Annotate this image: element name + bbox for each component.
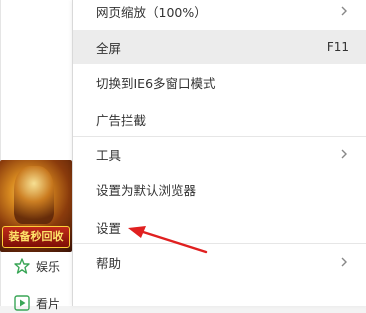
sidebar-item-entertainment[interactable]: 娱乐 [14,256,60,276]
star-icon [14,258,30,274]
ad-banner-text: 装备秒回收 [2,226,70,248]
context-menu: 网页缩放（100%） 全屏 F11 切换到IE6多窗口模式 广告拦截 工具 设置… [72,0,366,306]
shortcut-label: F11 [326,40,349,54]
sidebar-item-video[interactable]: 看片 [14,293,60,313]
menu-item-label: 网页缩放（100%） [96,4,207,20]
menu-item-label: 切换到IE6多窗口模式 [96,75,216,91]
menu-item-set-default-browser[interactable]: 设置为默认浏览器 [73,172,366,206]
menu-item-fullscreen[interactable]: 全屏 F11 [73,30,366,64]
menu-item-adblock[interactable]: 广告拦截 [73,102,366,136]
menu-item-zoom[interactable]: 网页缩放（100%） [73,0,366,28]
play-icon [14,295,30,311]
menu-item-label: 工具 [96,147,122,163]
menu-item-label: 全屏 [96,40,122,56]
menu-item-ie6-mode[interactable]: 切换到IE6多窗口模式 [73,65,366,99]
menu-item-settings[interactable]: 设置 [73,210,366,244]
sidebar-item-label: 看片 [36,296,61,311]
chevron-right-icon [341,149,347,159]
menu-item-label: 帮助 [96,255,122,271]
menu-item-label: 设置为默认浏览器 [96,182,197,198]
game-ad-image[interactable]: 装备秒回收 [0,160,72,252]
menu-item-help[interactable]: 帮助 [73,245,366,279]
chevron-right-icon [341,6,347,16]
chevron-right-icon [341,257,347,267]
sidebar-panel: 装备秒回收 娱乐 看片 [0,0,72,311]
warrior-figure [14,166,54,224]
menu-item-label: 广告拦截 [96,112,147,128]
menu-separator [73,243,366,244]
sidebar-divider [0,0,1,306]
menu-item-tools[interactable]: 工具 [73,137,366,171]
sidebar-item-label: 娱乐 [36,259,61,274]
menu-item-label: 设置 [96,220,122,236]
